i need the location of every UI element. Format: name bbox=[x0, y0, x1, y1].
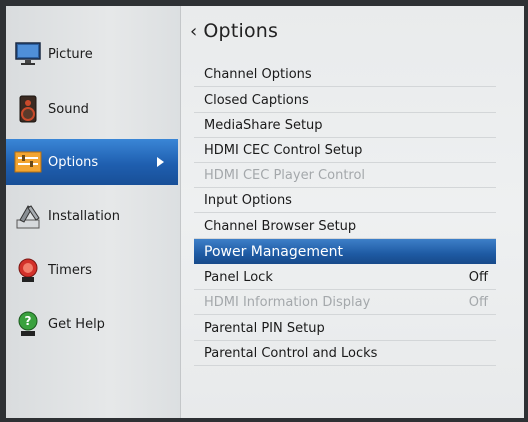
sidebar-item-options[interactable]: Options bbox=[6, 139, 178, 185]
options-icon bbox=[14, 151, 42, 173]
menu-item-label: Panel Lock bbox=[204, 269, 273, 285]
menu-item-label: HDMI CEC Control Setup bbox=[204, 142, 363, 158]
menu-item-label: Closed Captions bbox=[204, 92, 309, 108]
menu-item-label: HDMI Information Display bbox=[204, 294, 371, 310]
menu-item-power-management[interactable]: Power Management bbox=[194, 239, 496, 264]
menu-item-mediashare-setup[interactable]: MediaShare Setup bbox=[194, 113, 496, 138]
menu-item-label: Power Management bbox=[204, 243, 344, 260]
sidebar-item-timers[interactable]: Timers bbox=[6, 247, 180, 293]
sidebar-item-label: Sound bbox=[48, 101, 89, 117]
menu-item-closed-captions[interactable]: Closed Captions bbox=[194, 88, 496, 113]
alarm-icon bbox=[18, 258, 38, 282]
tools-icon bbox=[16, 205, 40, 229]
back-chevron-icon[interactable]: ‹ bbox=[190, 21, 197, 42]
menu-item-value: Off bbox=[468, 269, 488, 285]
sidebar-item-label: Timers bbox=[48, 262, 92, 278]
help-icon: ? bbox=[18, 311, 38, 336]
menu-item-label: Channel Browser Setup bbox=[204, 218, 357, 234]
sidebar-item-get-help[interactable]: ? Get Help bbox=[6, 301, 180, 347]
sidebar-item-label: Picture bbox=[48, 46, 93, 62]
sidebar-item-installation[interactable]: Installation bbox=[6, 193, 180, 239]
menu-item-label: Parental Control and Locks bbox=[204, 345, 378, 361]
chevron-right-icon bbox=[157, 157, 164, 167]
menu-item-label: Input Options bbox=[204, 192, 292, 208]
menu-item-value: Off bbox=[468, 294, 488, 310]
menu-item-label: Parental PIN Setup bbox=[204, 320, 325, 336]
menu-item-hdmi-cec-control-setup[interactable]: HDMI CEC Control Setup bbox=[194, 138, 496, 163]
sidebar-item-label: Options bbox=[48, 154, 99, 170]
sidebar-item-label: Get Help bbox=[48, 316, 105, 332]
page-title-label: Options bbox=[203, 20, 279, 42]
menu-item-hdmi-information-display: HDMI Information Display Off bbox=[194, 290, 496, 315]
sidebar-item-sound[interactable]: Sound bbox=[6, 86, 180, 132]
menu-item-channel-options[interactable]: Channel Options bbox=[194, 62, 496, 87]
speaker-icon bbox=[19, 95, 37, 123]
sidebar-item-label: Installation bbox=[48, 208, 121, 224]
monitor-icon bbox=[15, 42, 41, 65]
menu-item-parental-control-and-locks[interactable]: Parental Control and Locks bbox=[194, 341, 496, 366]
page-title[interactable]: ‹ Options bbox=[190, 20, 278, 42]
menu-item-label: MediaShare Setup bbox=[204, 117, 323, 133]
menu-item-panel-lock[interactable]: Panel Lock Off bbox=[194, 265, 496, 290]
menu-item-parental-pin-setup[interactable]: Parental PIN Setup bbox=[194, 316, 496, 341]
svg-text:?: ? bbox=[25, 314, 32, 328]
menu-item-channel-browser-setup[interactable]: Channel Browser Setup bbox=[194, 214, 496, 239]
menu-item-label: Channel Options bbox=[204, 66, 312, 82]
sidebar-item-picture[interactable]: Picture bbox=[6, 31, 180, 77]
menu-item-input-options[interactable]: Input Options bbox=[194, 188, 496, 213]
sidebar: Picture Sound Options Installation Timer… bbox=[6, 6, 181, 418]
menu-item-hdmi-cec-player-control: HDMI CEC Player Control bbox=[194, 163, 496, 188]
menu-item-label: HDMI CEC Player Control bbox=[204, 167, 366, 183]
